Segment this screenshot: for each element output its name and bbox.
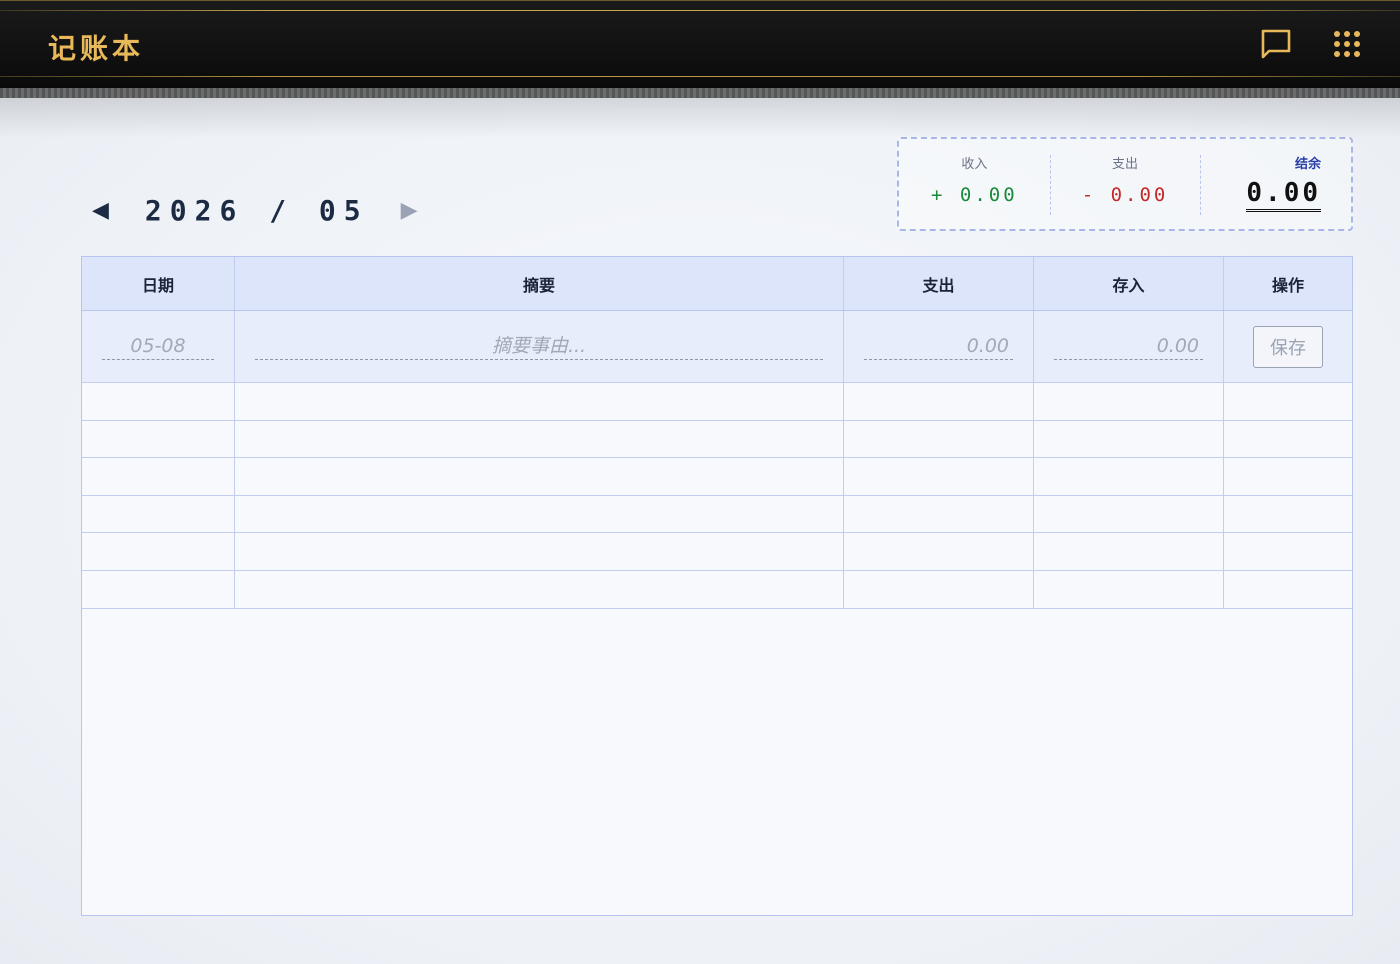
table-cell bbox=[1224, 458, 1352, 495]
table-cell bbox=[1034, 383, 1224, 420]
table-cell bbox=[235, 383, 844, 420]
action-cell: 保存 bbox=[1224, 311, 1352, 382]
description-cell: 摘要事由... bbox=[235, 311, 844, 382]
new-entry-row: 05-08 摘要事由... 0.00 0.00 保存 bbox=[82, 311, 1352, 383]
table-cell bbox=[1034, 458, 1224, 495]
table-row bbox=[82, 458, 1352, 496]
table-cell bbox=[82, 495, 235, 533]
table-cell bbox=[82, 570, 235, 608]
ledger-table: 日期 摘要 支出 存入 操作 05-08 摘要事由... 0.00 0.00 保… bbox=[81, 256, 1353, 916]
table-row bbox=[82, 533, 1352, 571]
table-cell bbox=[1224, 533, 1352, 570]
table-cell bbox=[82, 420, 235, 458]
table-cell bbox=[82, 458, 235, 495]
expense-value: - 0.00 bbox=[1081, 184, 1169, 206]
balance-summary: 结余 0.00 bbox=[1200, 139, 1351, 229]
column-header-action: 操作 bbox=[1271, 275, 1304, 295]
balance-value: 0.00 bbox=[1200, 178, 1351, 212]
expense-summary: 支出 - 0.00 bbox=[1049, 139, 1201, 229]
table-cell bbox=[844, 533, 1034, 570]
table-cell bbox=[1224, 421, 1352, 458]
description-input[interactable]: 摘要事由... bbox=[255, 334, 823, 360]
income-label: 收入 bbox=[961, 157, 988, 172]
table-cell bbox=[235, 570, 844, 608]
expense-input[interactable]: 0.00 bbox=[864, 334, 1013, 360]
column-header-date: 日期 bbox=[82, 257, 235, 310]
table-cell bbox=[844, 383, 1034, 420]
income-input[interactable]: 0.00 bbox=[1054, 334, 1203, 360]
table-cell bbox=[1224, 383, 1352, 420]
table-row bbox=[82, 570, 1352, 609]
table-row bbox=[82, 495, 1352, 534]
app-title: 记账本 bbox=[48, 32, 145, 65]
table-cell bbox=[1034, 533, 1224, 570]
grid-menu-icon[interactable] bbox=[1330, 27, 1364, 61]
table-cell bbox=[235, 458, 844, 495]
expense-label: 支出 bbox=[1112, 157, 1139, 172]
header-shadow bbox=[0, 98, 1400, 138]
expense-cell: 0.00 bbox=[844, 311, 1034, 382]
prev-month-button[interactable]: ◀ bbox=[92, 198, 109, 223]
table-cell bbox=[82, 383, 235, 420]
top-bar: 记账本 bbox=[0, 0, 1400, 88]
table-header: 日期 摘要 支出 存入 操作 bbox=[82, 257, 1352, 311]
column-header-expense: 支出 bbox=[844, 257, 1034, 310]
table-cell bbox=[1224, 571, 1352, 608]
date-input[interactable]: 05-08 bbox=[102, 334, 214, 360]
table-cell bbox=[1224, 496, 1352, 533]
table-cell bbox=[1034, 495, 1224, 533]
balance-amount: 0.00 bbox=[1246, 178, 1322, 212]
table-cell bbox=[844, 420, 1034, 458]
date-cell: 05-08 bbox=[82, 311, 235, 382]
month-navigator: ◀ 2026 / 05 ▶ bbox=[92, 192, 418, 228]
table-cell bbox=[235, 533, 844, 570]
income-value: + 0.00 bbox=[931, 184, 1018, 206]
income-cell: 0.00 bbox=[1034, 311, 1224, 382]
table-cell bbox=[844, 495, 1034, 533]
income-summary: 收入 + 0.00 bbox=[899, 139, 1050, 229]
empty-rows bbox=[82, 383, 1352, 609]
summary-panel: 收入 + 0.00 支出 - 0.00 结余 0.00 bbox=[897, 137, 1353, 231]
balance-label: 结余 bbox=[1295, 157, 1322, 172]
column-header-income: 存入 bbox=[1034, 257, 1224, 310]
column-header-description: 摘要 bbox=[235, 257, 844, 310]
chat-icon[interactable] bbox=[1259, 27, 1293, 61]
save-button[interactable]: 保存 bbox=[1253, 325, 1323, 368]
table-row bbox=[82, 420, 1352, 459]
table-cell bbox=[844, 570, 1034, 608]
header-stitch-divider bbox=[0, 88, 1400, 98]
table-cell bbox=[1034, 420, 1224, 458]
current-month-label: 2026 / 05 bbox=[144, 193, 369, 227]
table-cell bbox=[844, 458, 1034, 495]
table-cell bbox=[235, 420, 844, 458]
table-cell bbox=[82, 533, 235, 570]
table-cell bbox=[1034, 570, 1224, 608]
next-month-button[interactable]: ▶ bbox=[401, 198, 418, 223]
table-row bbox=[82, 383, 1352, 421]
table-cell bbox=[235, 495, 844, 533]
